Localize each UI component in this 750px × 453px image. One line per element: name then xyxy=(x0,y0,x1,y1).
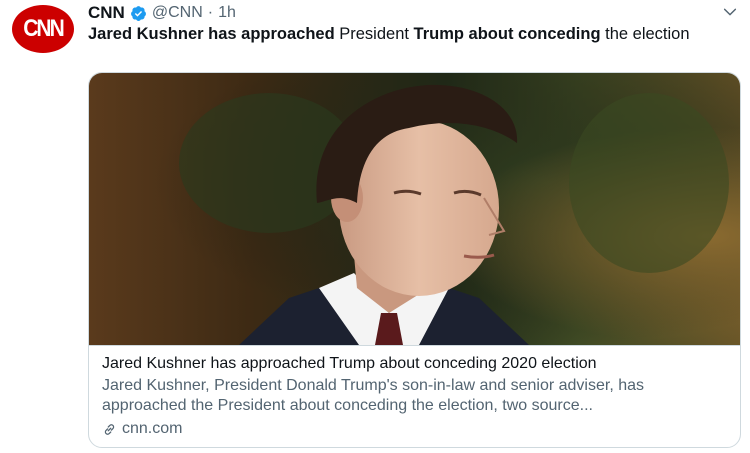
tweet-text-part: President xyxy=(334,25,414,43)
header-separator: · xyxy=(207,4,214,21)
avatar[interactable]: CNN xyxy=(12,5,74,53)
tweet-text: Jared Kushner has approached President T… xyxy=(88,24,728,45)
author-name[interactable]: CNN xyxy=(88,3,125,23)
card-title[interactable]: Jared Kushner has approached Trump about… xyxy=(102,354,732,374)
tweet-text-part: Jared Kushner has approached xyxy=(88,25,335,43)
cnn-logo: CNN xyxy=(23,15,64,42)
tweet[interactable]: CNN CNN @CNN · 1h Jared Kushner has appr… xyxy=(0,0,750,453)
card-image[interactable] xyxy=(89,73,740,345)
card-domain[interactable]: cnn.com xyxy=(102,420,182,438)
link-icon xyxy=(104,423,115,435)
link-preview-card[interactable]: Jared Kushner has approached Trump about… xyxy=(88,72,741,448)
card-domain-text: cnn.com xyxy=(122,420,183,437)
verified-badge-icon xyxy=(130,5,146,21)
portrait-photo xyxy=(89,73,740,345)
author-handle[interactable]: @CNN xyxy=(152,4,203,22)
card-meta[interactable]: Jared Kushner has approached Trump about… xyxy=(89,345,740,447)
tweet-text-part: Trump about conceding xyxy=(413,25,601,43)
tweet-header: CNN @CNN · 1h xyxy=(88,2,236,24)
tweet-text-part: the election xyxy=(600,25,690,43)
card-description: Jared Kushner, President Donald Trump's … xyxy=(102,377,645,414)
tweet-timestamp[interactable]: 1h xyxy=(218,4,236,22)
chevron-down-icon[interactable] xyxy=(722,4,738,20)
